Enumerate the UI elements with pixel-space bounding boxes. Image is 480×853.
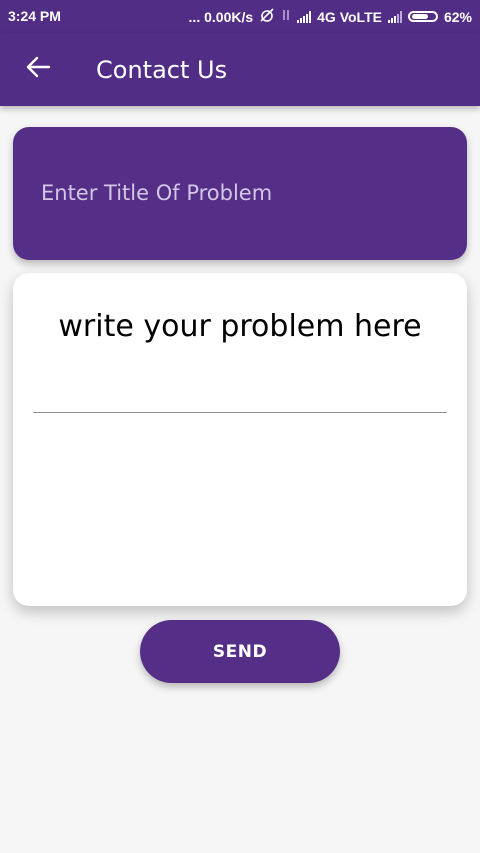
network-type: 4G VoLTE	[317, 8, 382, 25]
problem-placeholder: write your problem here	[58, 309, 422, 344]
signal-icon-secondary	[387, 10, 402, 23]
signal-icon	[297, 10, 312, 23]
status-time: 3:24 PM	[8, 8, 61, 24]
data-transfer-icon	[281, 8, 291, 25]
problem-description-input[interactable]: write your problem here	[33, 303, 447, 413]
send-button[interactable]: SEND	[140, 620, 340, 683]
problem-card: write your problem here	[13, 273, 467, 606]
back-button[interactable]	[20, 51, 56, 87]
title-card: Enter Title Of Problem	[13, 127, 467, 260]
status-icons: ... 0.00K/s 4G VoLTE 62%	[189, 8, 472, 25]
alarm-off-icon	[259, 8, 275, 25]
problem-title-input[interactable]: Enter Title Of Problem	[41, 179, 441, 207]
status-bar: 3:24 PM ... 0.00K/s 4G VoLTE 62%	[0, 0, 480, 33]
app-bar: Contact Us	[0, 33, 480, 106]
network-speed: ... 0.00K/s	[188, 8, 254, 25]
battery-icon	[407, 11, 438, 22]
arrow-left-icon	[25, 56, 51, 82]
page-title: Contact Us	[96, 56, 228, 84]
battery-level: 62%	[443, 8, 472, 25]
